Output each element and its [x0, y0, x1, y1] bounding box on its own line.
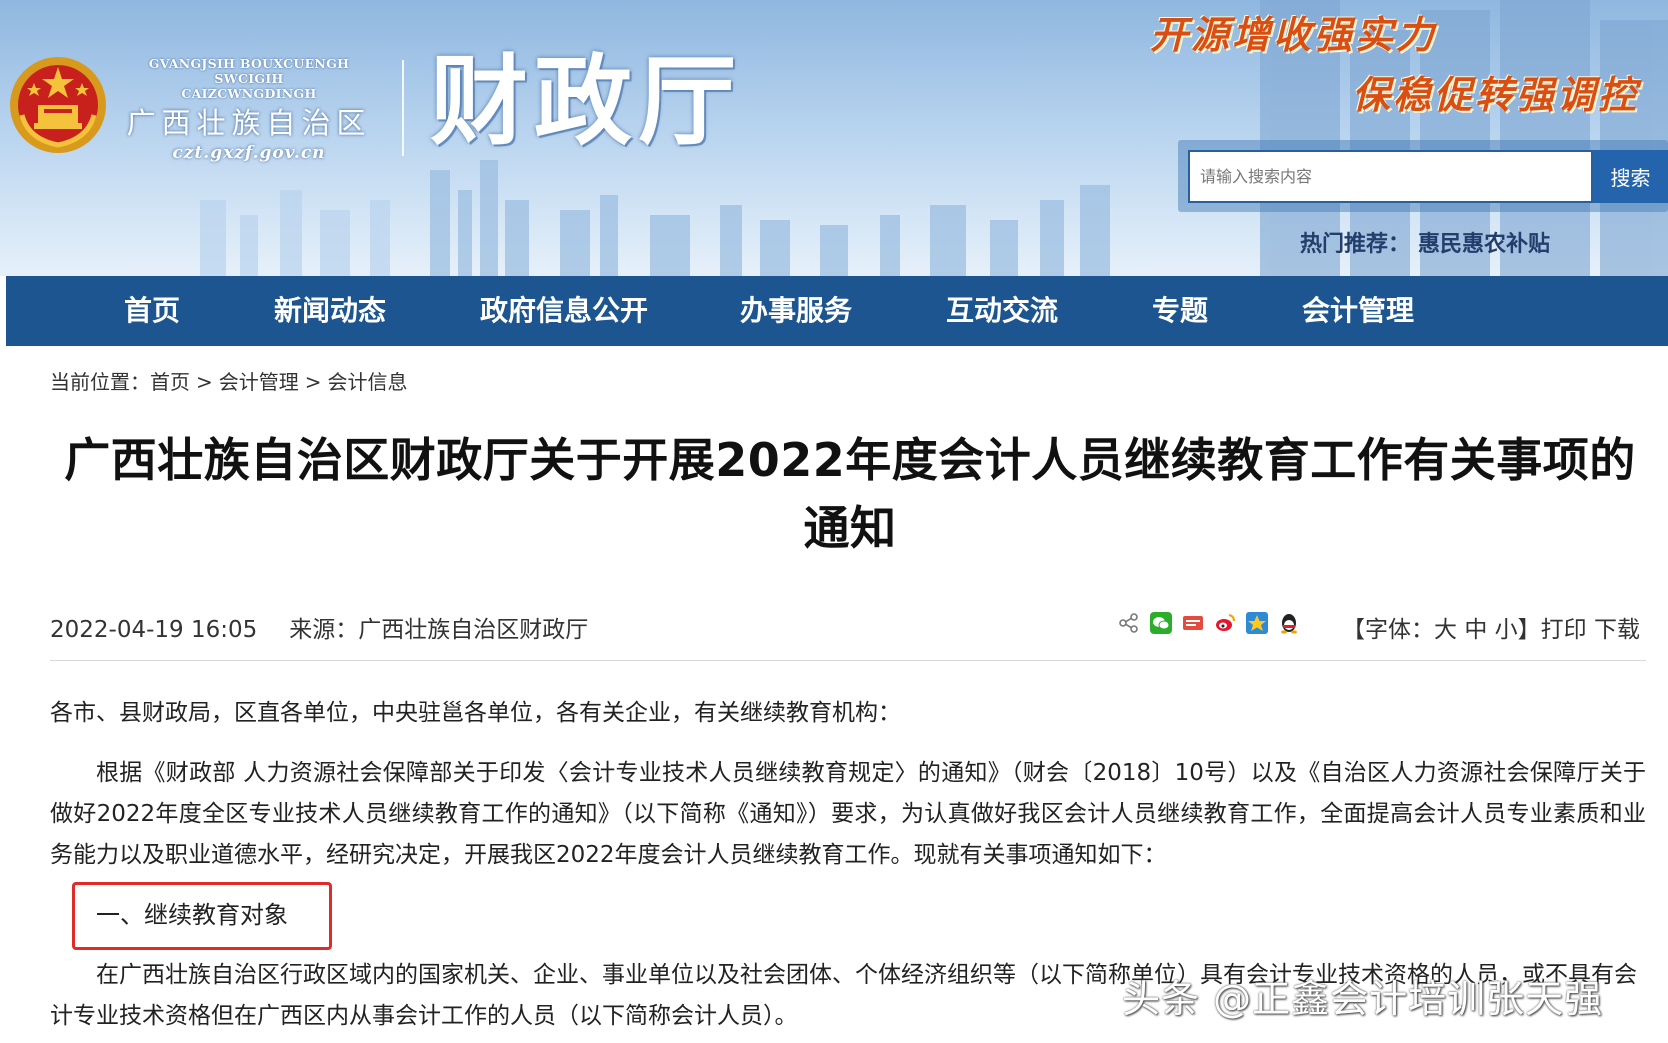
- nav-item-accounting[interactable]: 会计管理: [1302, 276, 1414, 346]
- font-control-close: 】: [1517, 617, 1541, 643]
- qq-icon[interactable]: [1278, 612, 1300, 634]
- national-emblem-icon: [10, 57, 106, 153]
- font-medium-button[interactable]: 中: [1464, 617, 1487, 643]
- nav-item-services[interactable]: 办事服务: [740, 276, 852, 346]
- breadcrumb-accounting-info[interactable]: 会计信息: [328, 370, 408, 394]
- logo-zhuang-line1: GVANGJSIH BOUXCUENGH SWCIGIH: [148, 56, 350, 86]
- nav-item-interaction[interactable]: 互动交流: [946, 276, 1058, 346]
- share-bar: [1118, 612, 1310, 634]
- wechat-icon[interactable]: [1150, 612, 1172, 634]
- article-meta: 2022-04-19 16:05 来源：广西壮族自治区财政厅: [50, 610, 588, 644]
- breadcrumb-home[interactable]: 首页: [150, 370, 190, 394]
- watermark: 头条 @正鑫会计培训张天强: [1122, 977, 1604, 1021]
- logo-zhuang-line2: CAIZCWNGDINGH: [181, 86, 317, 101]
- search-button[interactable]: 搜索: [1593, 150, 1668, 203]
- department-name: 财政厅: [430, 44, 743, 159]
- logo-text-block: GVANGJSIH BOUXCUENGH SWCIGIH CAIZCWNGDIN…: [118, 56, 380, 163]
- section-heading: 一、继续教育对象: [96, 901, 288, 929]
- slogan-top: 开源增收强实力: [1150, 12, 1438, 57]
- breadcrumb-prefix: 当前位置：: [50, 370, 150, 394]
- tencent-weibo-icon[interactable]: [1182, 612, 1204, 634]
- main-nav: 首页 新闻动态 政府信息公开 办事服务 互动交流 专题 会计管理: [6, 276, 1668, 346]
- weibo-icon[interactable]: [1214, 612, 1236, 634]
- article-date: 2022-04-19 16:05: [50, 617, 258, 643]
- download-button[interactable]: 下载: [1594, 617, 1640, 643]
- article-source: 来源：广西壮族自治区财政厅: [289, 617, 589, 643]
- nav-item-news[interactable]: 新闻动态: [274, 276, 386, 346]
- logo-divider: [402, 60, 404, 156]
- breadcrumb-accounting[interactable]: 会计管理: [219, 370, 299, 394]
- article-title: 广西壮族自治区财政厅关于开展2022年度会计人员继续教育工作有关事项的 通知: [50, 426, 1650, 562]
- intro-paragraph: 根据《财政部 人力资源社会保障部关于印发〈会计专业技术人员继续教育规定〉的通知》…: [50, 760, 1646, 868]
- font-size-controls: 【字体：大 中 小】打印 下载: [1342, 610, 1640, 644]
- slogan-bottom: 保稳促转强调控: [1352, 72, 1640, 117]
- print-button[interactable]: 打印: [1541, 617, 1587, 643]
- hot-recommend-link[interactable]: 惠民惠农补贴: [1418, 232, 1550, 257]
- hot-recommend: 热门推荐： 惠民惠农补贴: [1300, 226, 1550, 258]
- article-title-line2: 通知: [803, 501, 897, 555]
- breadcrumb: 当前位置：首页 > 会计管理 > 会计信息: [50, 366, 408, 395]
- font-large-button[interactable]: 大: [1434, 617, 1457, 643]
- nav-item-topics[interactable]: 专题: [1152, 276, 1208, 346]
- nav-item-gov-info[interactable]: 政府信息公开: [480, 276, 648, 346]
- nav-item-home[interactable]: 首页: [124, 276, 180, 346]
- salutation: 各市、县财政局，区直各单位，中央驻邕各单位，各有关企业，有关继续教育机构：: [50, 700, 901, 726]
- search-input[interactable]: [1188, 150, 1593, 203]
- font-control-open: 【字体：: [1342, 617, 1434, 643]
- logo-url[interactable]: czt.gxzf.gov.cn: [118, 143, 380, 163]
- share-icon[interactable]: [1118, 612, 1140, 634]
- logo-region-name: 广西壮族自治区: [126, 106, 372, 140]
- font-small-button[interactable]: 小: [1495, 617, 1518, 643]
- breadcrumb-separator: >: [304, 370, 322, 394]
- divider: [50, 660, 1646, 661]
- qzone-icon[interactable]: [1246, 612, 1268, 634]
- hot-recommend-label: 热门推荐：: [1300, 232, 1411, 257]
- article-title-line1: 广西壮族自治区财政厅关于开展2022年度会计人员继续教育工作有关事项的: [64, 433, 1636, 487]
- breadcrumb-separator: >: [196, 370, 213, 394]
